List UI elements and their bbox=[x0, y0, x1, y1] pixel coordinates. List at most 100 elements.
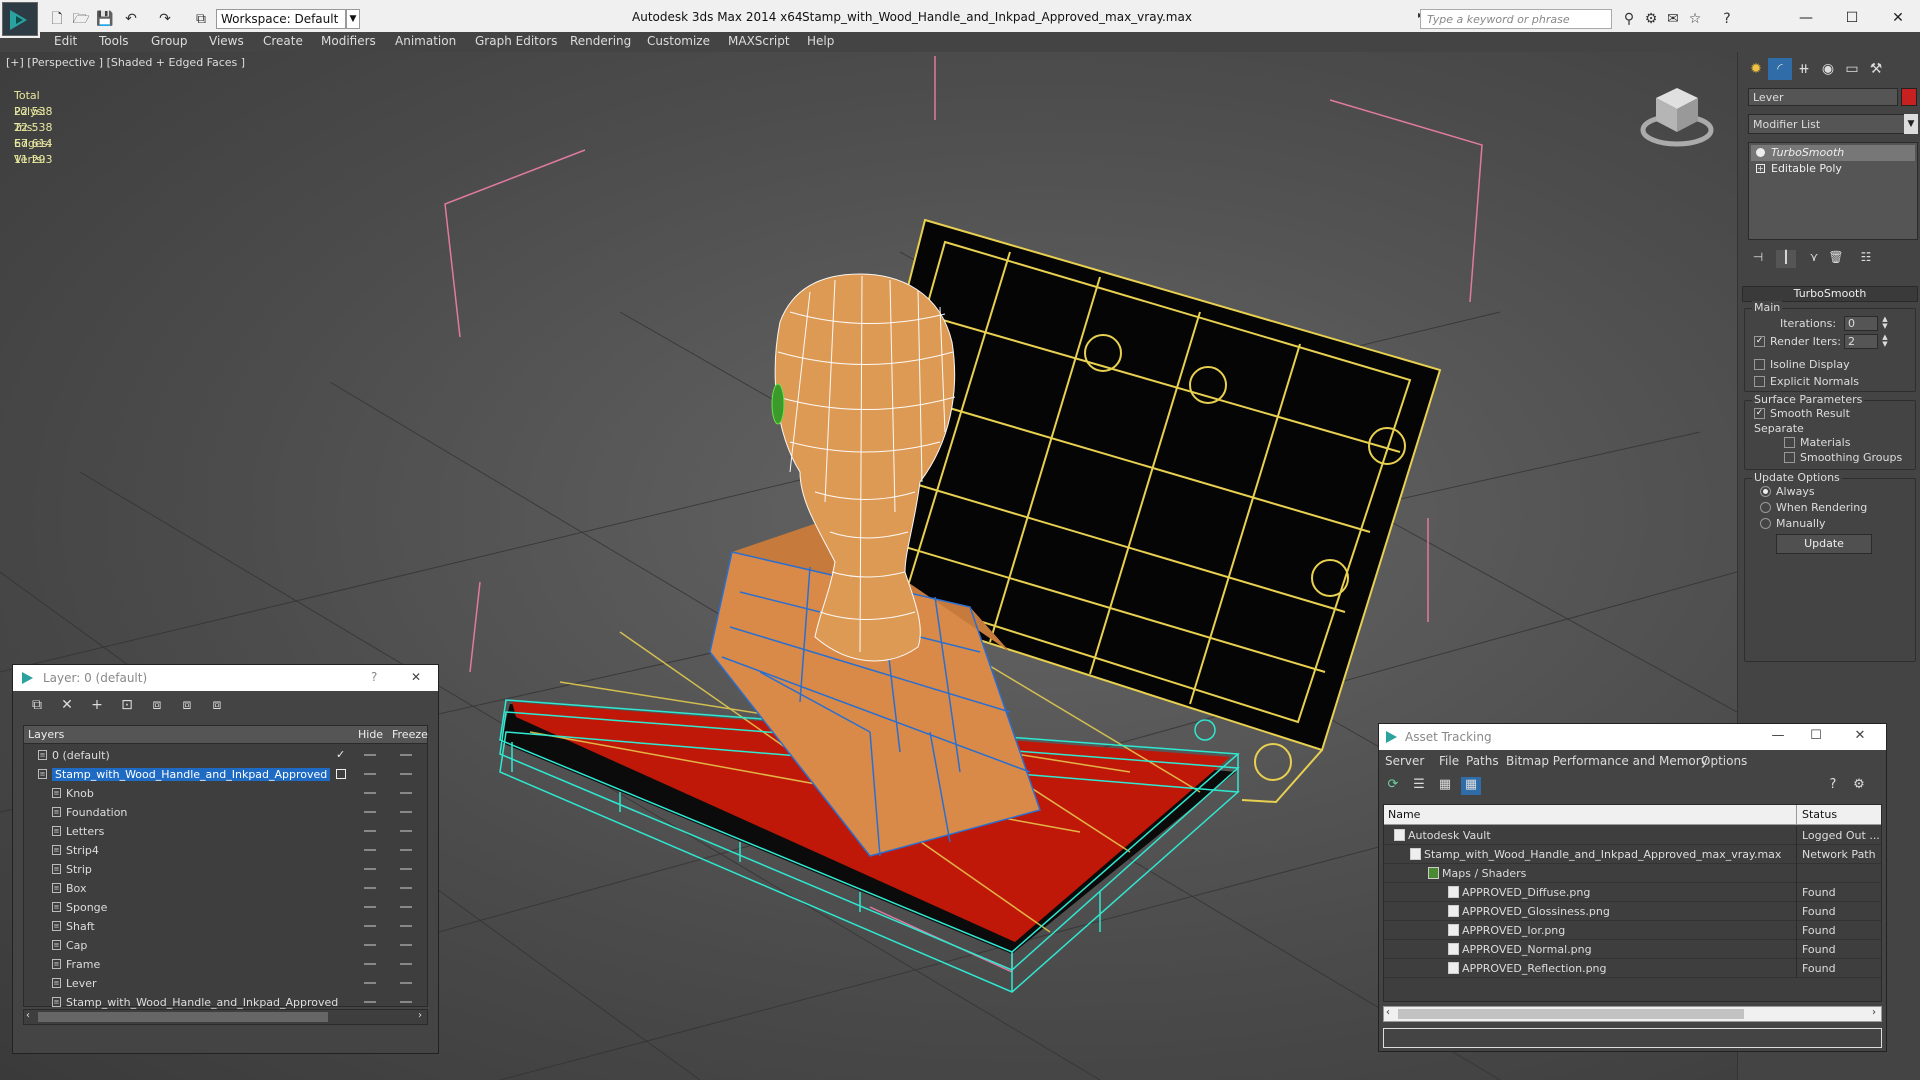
delete-layer-icon[interactable]: ✕ bbox=[57, 697, 77, 715]
menu-create[interactable]: Create bbox=[263, 34, 303, 48]
freeze-toggle[interactable] bbox=[400, 963, 412, 965]
layer-row[interactable]: ≡ Letters bbox=[24, 822, 427, 841]
asset-menu-file[interactable]: File bbox=[1439, 754, 1459, 768]
hide-toggle[interactable] bbox=[364, 982, 376, 984]
close-icon[interactable]: ✕ bbox=[411, 670, 421, 684]
close-icon[interactable]: ✕ bbox=[1845, 728, 1875, 746]
new-file-icon[interactable]: 🗋 bbox=[48, 10, 66, 28]
project-folder-icon[interactable]: ⧉ bbox=[192, 10, 210, 28]
set-current-layer-icon[interactable]: ⧈ bbox=[147, 697, 167, 715]
save-file-icon[interactable]: 💾 bbox=[96, 10, 114, 28]
col-layers[interactable]: Layers bbox=[28, 728, 64, 741]
asset-row[interactable]: Autodesk Vault Logged Out ... bbox=[1384, 826, 1881, 845]
open-file-icon[interactable]: 🗁 bbox=[72, 10, 90, 28]
pin-stack-icon[interactable]: ⊣ bbox=[1748, 250, 1768, 268]
explicit-normals-checkbox[interactable] bbox=[1754, 376, 1765, 387]
add-to-layer-icon[interactable]: + bbox=[87, 697, 107, 715]
search-input[interactable]: Type a keyword or phrase bbox=[1420, 9, 1612, 29]
freeze-toggle[interactable] bbox=[400, 811, 412, 813]
horizontal-scrollbar[interactable]: ‹ › bbox=[1383, 1006, 1882, 1022]
hide-toggle[interactable] bbox=[364, 792, 376, 794]
favorites-star-icon[interactable]: ☆ bbox=[1686, 10, 1704, 28]
hide-toggle[interactable] bbox=[364, 887, 376, 889]
materials-checkbox[interactable] bbox=[1784, 437, 1795, 448]
hide-toggle[interactable] bbox=[364, 925, 376, 927]
col-name[interactable]: Name bbox=[1388, 808, 1420, 821]
settings-icon[interactable]: ⚙ bbox=[1849, 777, 1869, 795]
freeze-toggle[interactable] bbox=[400, 868, 412, 870]
hide-toggle[interactable] bbox=[364, 944, 376, 946]
modify-tab-icon[interactable]: ◜ bbox=[1768, 58, 1792, 80]
layer-row[interactable]: ≡ Strip bbox=[24, 860, 427, 879]
asset-menu-bitmap-performance[interactable]: Bitmap Performance and Memory bbox=[1506, 754, 1708, 768]
communication-icon[interactable]: ✉ bbox=[1664, 10, 1682, 28]
freeze-toggle[interactable] bbox=[400, 830, 412, 832]
hide-toggle[interactable] bbox=[364, 963, 376, 965]
layer-row[interactable]: ≡ Shaft bbox=[24, 917, 427, 936]
freeze-toggle[interactable] bbox=[400, 982, 412, 984]
stack-item-turbosmooth[interactable]: TurboSmooth bbox=[1751, 145, 1915, 161]
spinner-arrows-icon[interactable]: ▲ ▼ bbox=[1880, 316, 1890, 331]
menu-modifiers[interactable]: Modifiers bbox=[321, 34, 376, 48]
table-view-icon[interactable]: ▦ bbox=[1435, 777, 1455, 795]
layer-row[interactable]: ≡ Stamp_with_Wood_Handle_and_Inkpad_Appro… bbox=[24, 765, 427, 784]
chevron-down-icon[interactable]: ▼ bbox=[1904, 114, 1918, 134]
menu-animation[interactable]: Animation bbox=[395, 34, 456, 48]
scrollbar-thumb[interactable] bbox=[38, 1012, 328, 1022]
freeze-toggle[interactable] bbox=[400, 754, 412, 756]
object-name-field[interactable]: Lever bbox=[1748, 88, 1898, 106]
hide-toggle[interactable] bbox=[364, 754, 376, 756]
col-status[interactable]: Status bbox=[1802, 808, 1837, 821]
hide-toggle[interactable] bbox=[364, 849, 376, 851]
asset-row[interactable]: Maps / Shaders bbox=[1384, 864, 1881, 883]
asset-row[interactable]: APPROVED_Glossiness.png Found bbox=[1384, 902, 1881, 921]
help-icon[interactable]: ? bbox=[371, 670, 377, 684]
rollout-title[interactable]: TurboSmooth bbox=[1742, 286, 1918, 302]
render-iters-checkbox[interactable]: ✓ bbox=[1754, 336, 1765, 347]
app-menu-button[interactable] bbox=[2, 2, 38, 36]
layer-row[interactable]: ≡ Box bbox=[24, 879, 427, 898]
chevron-down-icon[interactable]: ▼ bbox=[346, 9, 360, 29]
workspace-dropdown[interactable]: Workspace: Default bbox=[216, 9, 346, 29]
remove-modifier-icon[interactable]: 🗑 bbox=[1826, 250, 1846, 268]
show-end-result-icon[interactable]: ┃ bbox=[1776, 250, 1796, 268]
minimize-icon[interactable]: — bbox=[1763, 728, 1793, 746]
smoothing-groups-checkbox[interactable] bbox=[1784, 452, 1795, 463]
asset-row[interactable]: APPROVED_Diffuse.png Found bbox=[1384, 883, 1881, 902]
utilities-tab-icon[interactable]: ⚒ bbox=[1864, 58, 1888, 80]
scroll-left-icon[interactable]: ‹ bbox=[1386, 1007, 1390, 1018]
spinner-arrows-icon[interactable]: ▲ ▼ bbox=[1880, 334, 1890, 349]
freeze-toggle[interactable] bbox=[400, 887, 412, 889]
expand-plus-icon[interactable]: + bbox=[1756, 164, 1765, 173]
layer-row[interactable]: ≡ Frame bbox=[24, 955, 427, 974]
hierarchy-tab-icon[interactable]: ⧺ bbox=[1792, 58, 1816, 80]
scroll-right-icon[interactable]: › bbox=[418, 1010, 422, 1021]
menu-maxscript[interactable]: MAXScript bbox=[728, 34, 790, 48]
asset-menu-options[interactable]: Options bbox=[1701, 754, 1747, 768]
minimize-icon[interactable]: — bbox=[1786, 6, 1826, 30]
render-iters-spinner[interactable]: 2 bbox=[1844, 334, 1878, 349]
scroll-right-icon[interactable]: › bbox=[1872, 1007, 1876, 1018]
asset-row[interactable]: Stamp_with_Wood_Handle_and_Inkpad_Approv… bbox=[1384, 845, 1881, 864]
layer-row[interactable]: ≡ Sponge bbox=[24, 898, 427, 917]
menu-edit[interactable]: Edit bbox=[54, 34, 77, 48]
freeze-toggle[interactable] bbox=[400, 773, 412, 775]
help-icon[interactable]: ? bbox=[1823, 777, 1843, 795]
menu-help[interactable]: Help bbox=[807, 34, 834, 48]
layer-row[interactable]: ≡ Foundation bbox=[24, 803, 427, 822]
freeze-toggle[interactable] bbox=[400, 944, 412, 946]
layer-row[interactable]: ≡ Lever bbox=[24, 974, 427, 993]
scroll-left-icon[interactable]: ‹ bbox=[26, 1010, 30, 1021]
menu-customize[interactable]: Customize bbox=[647, 34, 710, 48]
layer-row[interactable]: ≡ Knob bbox=[24, 784, 427, 803]
iterations-spinner[interactable]: 0 bbox=[1844, 316, 1878, 331]
freeze-all-layers-icon[interactable]: ⧈ bbox=[207, 697, 227, 715]
layer-row[interactable]: ≡ Cap bbox=[24, 936, 427, 955]
hide-toggle[interactable] bbox=[364, 830, 376, 832]
hide-toggle[interactable] bbox=[364, 811, 376, 813]
isoline-display-checkbox[interactable] bbox=[1754, 359, 1765, 370]
asset-row[interactable]: APPROVED_Ior.png Found bbox=[1384, 921, 1881, 940]
viewcube-icon[interactable] bbox=[1640, 82, 1714, 148]
always-radio[interactable] bbox=[1760, 486, 1771, 497]
hide-toggle[interactable] bbox=[364, 906, 376, 908]
